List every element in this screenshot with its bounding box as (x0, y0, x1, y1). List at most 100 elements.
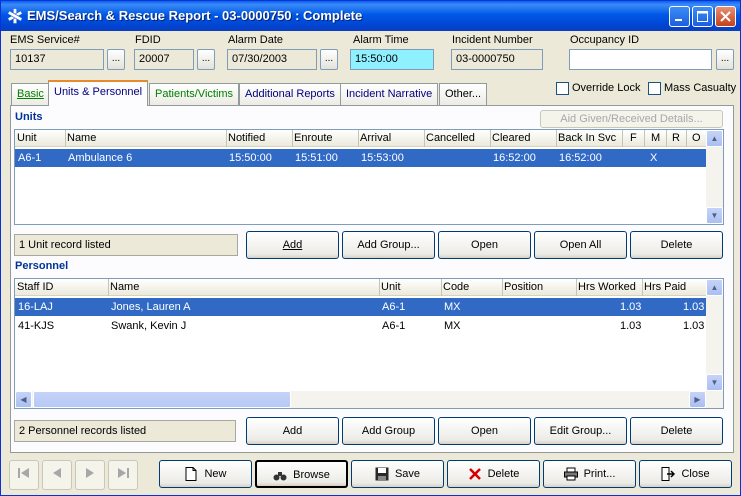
code-cell: MX (444, 301, 461, 313)
scroll-right-button[interactable]: ▶ (689, 391, 706, 408)
name-cell: Swank, Kevin J (111, 320, 187, 332)
maximize-button[interactable] (692, 6, 713, 27)
col-notified[interactable]: Notified (228, 132, 265, 144)
incident-number-field[interactable]: 03-0000750 (451, 49, 543, 70)
new-document-icon (185, 467, 197, 482)
units-add-button[interactable]: Add (246, 231, 339, 259)
ems-service-field[interactable]: 10137 (10, 49, 104, 70)
occupancy-lookup-button[interactable]: ... (716, 49, 734, 70)
title-bar[interactable]: EMS/Search & Rescue Report - 03-0000750 … (1, 1, 740, 31)
col-m[interactable]: M (651, 132, 660, 144)
close-button[interactable]: Close (639, 460, 732, 488)
col-name[interactable]: Name (67, 132, 96, 144)
minimize-icon (675, 19, 682, 21)
aid-given-received-button[interactable]: Aid Given/Received Details... (540, 110, 723, 128)
horizontal-scroll-thumb[interactable] (33, 391, 291, 408)
override-lock-checkbox[interactable] (556, 82, 569, 95)
ems-service-lookup-button[interactable]: ... (107, 49, 125, 70)
units-open-all-button[interactable]: Open All (534, 231, 627, 259)
col-cancelled[interactable]: Cancelled (426, 132, 475, 144)
col-back-in-svc[interactable]: Back In Svc (558, 132, 616, 144)
first-record-icon (18, 468, 29, 478)
units-add-group-button[interactable]: Add Group... (342, 231, 435, 259)
col-name[interactable]: Name (110, 281, 139, 293)
tab-units-personnel[interactable]: Units & Personnel (48, 80, 149, 106)
browse-label: Browse (293, 469, 330, 481)
occupancy-id-field[interactable] (569, 49, 712, 70)
floppy-disk-icon (375, 467, 389, 481)
new-button[interactable]: New (159, 460, 252, 488)
scroll-up-button[interactable]: ▲ (706, 279, 723, 296)
browse-button[interactable]: Browse (255, 460, 348, 488)
print-button[interactable]: Print... (543, 460, 636, 488)
alarm-date-picker-button[interactable]: ... (320, 49, 338, 70)
mass-casualty-checkbox[interactable] (648, 82, 661, 95)
minimize-button[interactable] (669, 6, 690, 27)
tab-basic-label: Basic (17, 88, 44, 100)
save-button[interactable]: Save (351, 460, 444, 488)
col-r[interactable]: R (672, 132, 680, 144)
alarm-time-label: Alarm Time (353, 34, 409, 46)
col-cleared[interactable]: Cleared (492, 132, 531, 144)
tab-incident-narrative[interactable]: Incident Narrative (340, 83, 439, 105)
tab-patients-victims[interactable]: Patients/Victims (149, 83, 240, 105)
enroute-cell: 15:51:00 (295, 152, 338, 164)
hrs-paid-cell: 1.03 (683, 320, 705, 332)
table-row[interactable]: A6-1 Ambulance 6 15:50:00 15:51:00 15:53… (15, 149, 706, 167)
tab-other[interactable]: Other... (439, 83, 488, 105)
personnel-add-group-button[interactable]: Add Group (342, 417, 435, 445)
personnel-edit-group-button[interactable]: Edit Group... (534, 417, 627, 445)
tab-basic[interactable]: Basic (11, 83, 50, 105)
red-x-icon (468, 468, 481, 480)
last-record-button[interactable] (108, 460, 138, 490)
fdid-label: FDID (135, 34, 161, 46)
col-arrival[interactable]: Arrival (360, 132, 391, 144)
unit-cell: A6-1 (382, 320, 406, 332)
table-row[interactable]: 16-LAJ Jones, Lauren A A6-1 MX 1.03 1.03 (15, 298, 706, 316)
scroll-up-button[interactable]: ▲ (706, 130, 723, 147)
col-code[interactable]: Code (443, 281, 469, 293)
personnel-add-button[interactable]: Add (246, 417, 339, 445)
close-label: Close (681, 468, 710, 480)
personnel-open-button[interactable]: Open (438, 417, 531, 445)
units-open-button[interactable]: Open (438, 231, 531, 259)
close-window-button[interactable] (715, 6, 736, 27)
alarm-time-field[interactable]: 15:50:00 (350, 49, 434, 70)
tab-additional-reports[interactable]: Additional Reports (239, 83, 341, 105)
personnel-delete-button[interactable]: Delete (630, 417, 723, 445)
star-of-life-icon (7, 8, 23, 24)
name-cell: Jones, Lauren A (111, 301, 191, 313)
col-position[interactable]: Position (504, 281, 543, 293)
col-enroute[interactable]: Enroute (294, 132, 333, 144)
cleared-cell: 16:52:00 (493, 152, 536, 164)
units-status: 1 Unit record listed (14, 234, 238, 256)
units-vertical-scrollbar[interactable]: ▲ ▼ (706, 130, 723, 224)
col-staff-id[interactable]: Staff ID (17, 281, 53, 293)
last-record-icon (118, 468, 129, 478)
notified-cell: 15:50:00 (229, 152, 272, 164)
delete-button[interactable]: Delete (447, 460, 540, 488)
scroll-down-button[interactable]: ▼ (706, 374, 723, 391)
alarm-date-field[interactable]: 07/30/2003 (227, 49, 317, 70)
override-lock-label: Override Lock (572, 82, 641, 94)
col-o[interactable]: O (692, 132, 701, 144)
personnel-vertical-scrollbar[interactable]: ▲ ▼ (706, 279, 723, 391)
col-unit[interactable]: Unit (17, 132, 37, 144)
table-row[interactable]: 41-KJS Swank, Kevin J A6-1 MX 1.03 1.03 (15, 317, 706, 335)
col-hrs-paid[interactable]: Hrs Paid (644, 281, 686, 293)
next-record-button[interactable] (75, 460, 105, 490)
scroll-down-button[interactable]: ▼ (706, 207, 723, 224)
arrival-cell: 15:53:00 (361, 152, 404, 164)
col-f[interactable]: F (630, 132, 637, 144)
hrs-worked-cell: 1.03 (620, 320, 642, 332)
back-in-svc-cell: 16:52:00 (559, 152, 602, 164)
fdid-lookup-button[interactable]: ... (197, 49, 215, 70)
col-unit[interactable]: Unit (381, 281, 401, 293)
first-record-button[interactable] (9, 460, 39, 490)
units-delete-button[interactable]: Delete (630, 231, 723, 259)
col-hrs-worked[interactable]: Hrs Worked (578, 281, 636, 293)
fdid-field[interactable]: 20007 (134, 49, 194, 70)
previous-record-button[interactable] (42, 460, 72, 490)
scroll-left-button[interactable]: ◀ (15, 391, 32, 408)
personnel-horizontal-scrollbar[interactable]: ◀ ▶ (15, 391, 723, 408)
